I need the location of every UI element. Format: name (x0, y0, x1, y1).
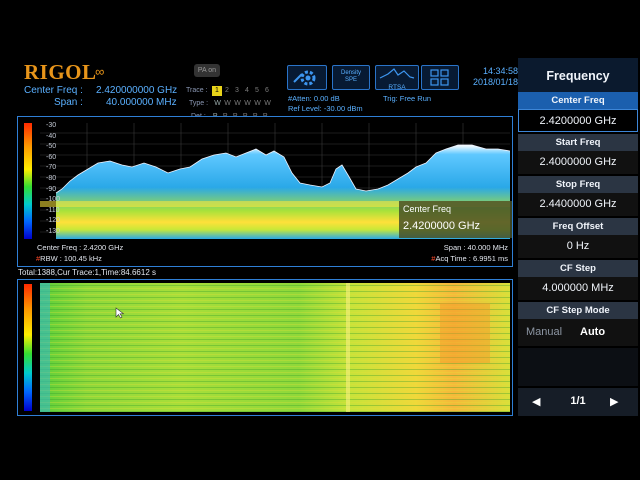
y-tick: -50 (46, 143, 57, 151)
freq-offset-label: Freq Offset (518, 218, 638, 235)
y-tick: -80 (46, 174, 57, 182)
popup-value: 2.4200000 GHz (403, 220, 481, 232)
rbw-value: RBW : 100.45 kHz (40, 254, 102, 263)
menu-item-start-freq[interactable]: Start Freq 2.4000000 GHz (518, 134, 638, 174)
center-freq-label: Center Freq : (24, 85, 83, 96)
waterfall-color-bar (24, 284, 32, 411)
menu-item-stop-freq[interactable]: Stop Freq 2.4400000 GHz (518, 176, 638, 216)
page-prev-icon[interactable]: ◀ (532, 395, 540, 408)
frequency-menu: Frequency Center Freq 2.4200000 GHz Star… (518, 58, 638, 418)
density-spe-button[interactable]: Density SPE (332, 65, 370, 90)
atten-value: #Atten: 0.00 dB (288, 94, 340, 103)
mouse-cursor-icon (115, 307, 125, 319)
menu-title: Frequency (518, 58, 638, 94)
gear-icon (293, 70, 316, 86)
trace-3[interactable]: 3 (232, 86, 242, 96)
page-indicator: 1/1 (570, 395, 586, 407)
trace-5[interactable]: 5 (252, 86, 262, 96)
y-tick: -40 (46, 132, 57, 140)
rtsa-button[interactable]: RTSA (375, 65, 419, 91)
cf-step-label: CF Step (518, 260, 638, 277)
page-next-icon[interactable]: ▶ (610, 395, 618, 408)
y-tick: -110 (46, 206, 60, 214)
menu-item-center-freq[interactable]: Center Freq 2.4200000 GHz (518, 92, 638, 132)
freq-offset-value: 0 Hz (518, 235, 638, 258)
spectrum-display[interactable]: -30 -40 -50 -60 -70 -80 -90 -100 -110 -1… (17, 116, 513, 267)
waterfall-display[interactable] (17, 279, 513, 416)
y-tick: -70 (46, 164, 57, 172)
menu-item-freq-offset[interactable]: Freq Offset 0 Hz (518, 218, 638, 258)
footer-center-freq: Center Freq : 2.4200 GHz (37, 243, 124, 252)
footer-acq-time: #Acq Time : 6.9951 ms (431, 254, 508, 263)
center-freq-value: 2.420000000 GHz (96, 85, 178, 96)
cf-step-value: 4.000000 MHz (518, 277, 638, 300)
trigger-status: Trig: Free Run (383, 94, 432, 103)
trace-2[interactable]: 2 (222, 86, 232, 96)
menu-empty-slot (518, 348, 638, 386)
waterfall-info: Total:1388,Cur Trace:1,Time:84.6612 s (18, 268, 156, 277)
grid-layout-icon (430, 69, 449, 86)
footer-rbw: #RBW : 100.45 kHz (36, 254, 102, 263)
trace-6[interactable]: 6 (262, 86, 272, 96)
start-freq-value: 2.4000000 GHz (518, 151, 638, 174)
type-3: W (234, 100, 241, 107)
ref-level-value: Ref Level: -30.00 dBm (288, 104, 363, 113)
cf-step-mode-label: CF Step Mode (518, 302, 638, 319)
type-4: W (244, 100, 251, 107)
menu-pager: ◀ 1/1 ▶ (518, 388, 638, 416)
y-tick: -60 (46, 153, 57, 161)
date-time: 14:34:58 2018/01/18 (473, 66, 518, 88)
y-tick: -130 (46, 227, 61, 235)
type-1: W (214, 100, 221, 107)
y-tick: -120 (46, 217, 61, 225)
waterfall-plot (40, 283, 510, 412)
mode-auto-option[interactable]: Auto (580, 326, 605, 338)
density-spe-label: Density SPE (340, 70, 361, 83)
type-6: W (264, 100, 271, 107)
footer-span: Span : 40.000 MHz (443, 243, 508, 252)
trace-4[interactable]: 4 (242, 86, 252, 96)
stop-freq-value: 2.4400000 GHz (518, 193, 638, 216)
date-value: 2018/01/18 (472, 77, 518, 87)
mode-manual-option[interactable]: Manual (526, 326, 562, 338)
atten-ref-readout: #Atten: 0.00 dB Ref Level: -30.00 dBm (288, 94, 363, 114)
y-tick: -100 (46, 196, 61, 204)
rigol-logo: RIGOL (24, 60, 97, 84)
density-color-bar (24, 123, 32, 239)
center-freq-label: Center Freq (518, 92, 638, 109)
y-tick: -90 (46, 185, 57, 193)
popup-label: Center Freq (403, 204, 452, 214)
pa-status-badge: PA on (194, 64, 220, 77)
trace-1[interactable]: 1 (211, 86, 222, 96)
rtsa-wave-icon (379, 68, 415, 79)
layout-button[interactable] (421, 65, 459, 90)
rigol-logo-mark-icon: ∞ (95, 64, 105, 79)
span-label: Span : (54, 97, 83, 108)
y-axis-ticks: -30 -40 -50 -60 -70 -80 -90 -100 -110 -1… (46, 121, 60, 238)
y-tick: -30 (46, 122, 57, 129)
time-value: 14:34:58 (482, 66, 518, 76)
trace-label: Trace : (186, 87, 208, 94)
center-freq-popup[interactable]: Center Freq 2.4200000 GHz (399, 201, 512, 238)
type-2: W (224, 100, 231, 107)
center-freq-value: 2.4200000 GHz (518, 109, 638, 132)
type-5: W (254, 100, 261, 107)
settings-button[interactable] (287, 65, 327, 90)
span-value: 40.000000 MHz (106, 97, 177, 108)
start-freq-label: Start Freq (518, 134, 638, 151)
acq-time-value: Acq Time : 6.9951 ms (435, 254, 508, 263)
menu-item-cf-step[interactable]: CF Step 4.000000 MHz (518, 260, 638, 300)
rtsa-label: RTSA (388, 84, 406, 91)
stop-freq-label: Stop Freq (518, 176, 638, 193)
menu-item-cf-step-mode[interactable]: CF Step Mode (518, 302, 638, 346)
